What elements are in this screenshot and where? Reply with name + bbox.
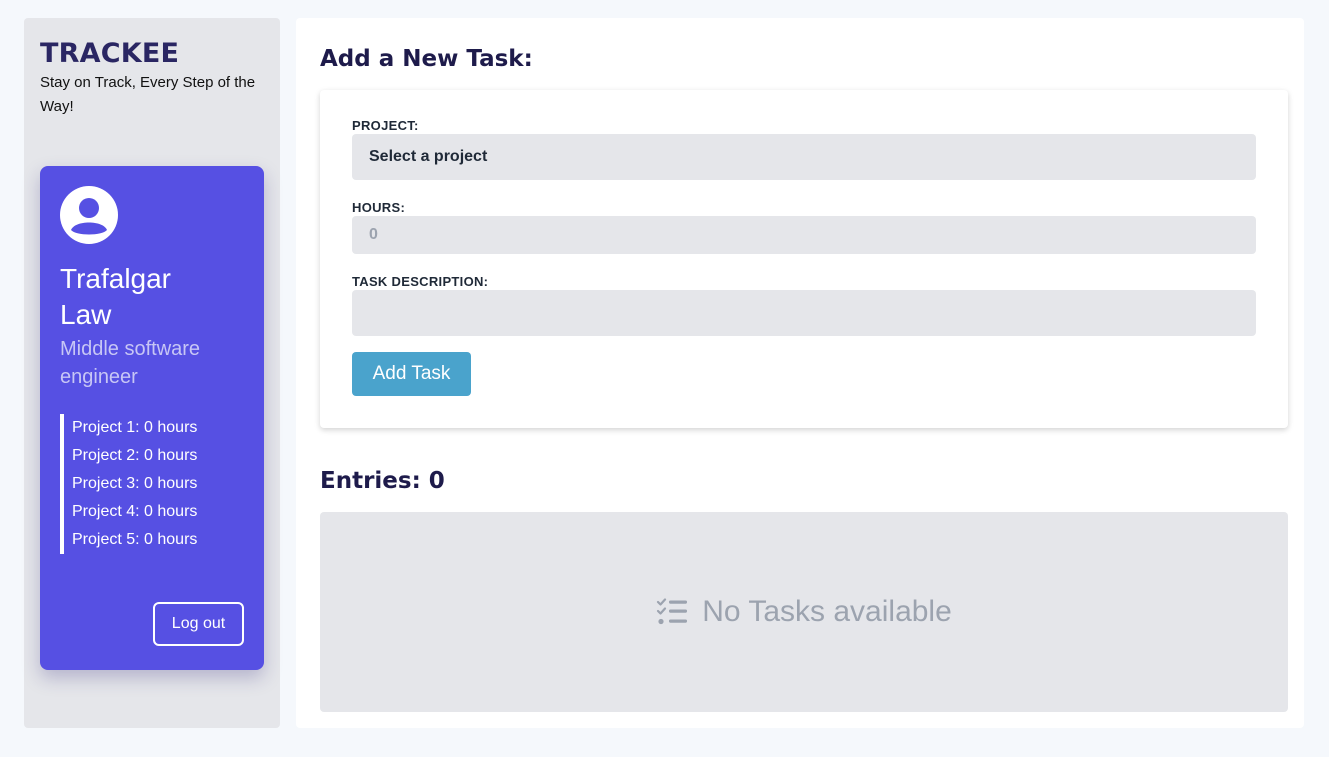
form-title: Add a New Task: bbox=[320, 46, 533, 72]
hours-input[interactable]: 0 bbox=[352, 216, 1256, 254]
project-hours-list: Project 1: 0 hours Project 2: 0 hours Pr… bbox=[60, 414, 250, 554]
hours-label: HOURS: bbox=[352, 200, 406, 215]
hours-placeholder: 0 bbox=[369, 226, 378, 243]
user-name: Trafalgar Law bbox=[60, 263, 172, 330]
logout-button[interactable]: Log out bbox=[153, 602, 244, 646]
sidebar: TRACKEE Stay on Track, Every Step of the… bbox=[24, 18, 280, 728]
project-hours-item: Project 4: 0 hours bbox=[72, 503, 198, 520]
main-panel: Add a New Task: PROJECT: Select a projec… bbox=[296, 18, 1304, 728]
project-label: PROJECT: bbox=[352, 118, 419, 133]
project-hours-item: Project 5: 0 hours bbox=[72, 531, 198, 548]
profile-card: Trafalgar Law Middle software engineer P… bbox=[40, 166, 264, 670]
task-description-label: TASK DESCRIPTION: bbox=[352, 274, 489, 289]
empty-state-text: No Tasks available bbox=[702, 595, 952, 628]
task-description-input[interactable] bbox=[352, 290, 1256, 336]
project-hours-item: Project 1: 0 hours bbox=[72, 419, 198, 436]
project-select[interactable]: Select a project bbox=[352, 134, 1256, 180]
entries-title: Entries: 0 bbox=[320, 468, 445, 494]
empty-state: No Tasks available bbox=[656, 595, 952, 629]
user-role: Middle software engineer bbox=[60, 338, 201, 388]
project-hours-item: Project 2: 0 hours bbox=[72, 447, 198, 464]
entries-list: No Tasks available bbox=[320, 512, 1288, 712]
project-hours-item: Project 3: 0 hours bbox=[72, 475, 198, 492]
brand-title: TRACKEE bbox=[40, 38, 180, 69]
project-select-value: Select a project bbox=[369, 148, 488, 165]
add-task-button[interactable]: Add Task bbox=[352, 352, 471, 396]
brand-tagline: Stay on Track, Every Step of the Way! bbox=[40, 74, 256, 115]
user-avatar-icon bbox=[60, 186, 118, 244]
checklist-icon bbox=[657, 598, 688, 625]
add-task-form: PROJECT: Select a project HOURS: 0 TASK … bbox=[320, 90, 1288, 428]
